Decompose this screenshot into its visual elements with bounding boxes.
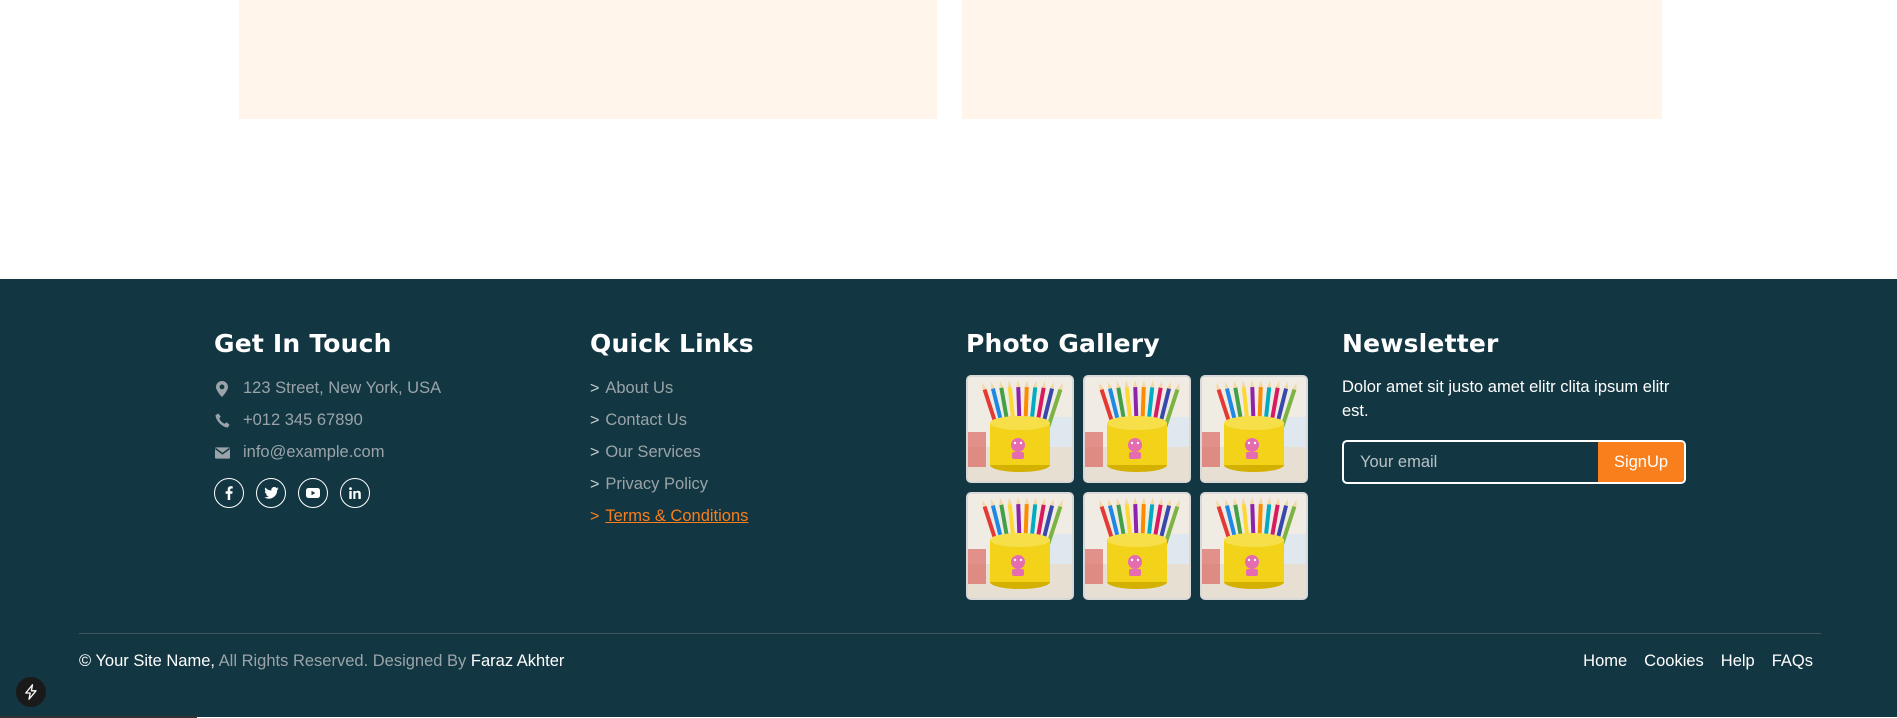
chevron-right-icon: > xyxy=(590,475,600,493)
copyright-text: © Your Site Name, All Rights Reserved. D… xyxy=(79,652,564,671)
footer-bottom-nav: Home Cookies Help FAQs xyxy=(1583,652,1813,671)
contact-heading: Get In Touch xyxy=(214,329,392,358)
quick-link-terms-conditions[interactable]: > Terms & Conditions xyxy=(590,507,748,526)
newsletter-column: Newsletter Dolor amet sit justo amet eli… xyxy=(1342,329,1692,484)
contact-address: 123 Street, New York, USA xyxy=(214,379,441,398)
phone-icon xyxy=(214,413,230,429)
gallery-thumbnail[interactable] xyxy=(966,375,1074,483)
photo-gallery-grid xyxy=(966,375,1308,600)
quick-links-column: Quick Links > About Us > Contact Us > Ou… xyxy=(590,329,920,525)
map-marker-icon xyxy=(214,380,230,397)
envelope-icon xyxy=(214,445,230,461)
contact-phone-text: +012 345 67890 xyxy=(243,411,363,429)
site-name-link[interactable]: © Your Site Name, xyxy=(79,652,215,670)
newsletter-description: Dolor amet sit justo amet elitr clita ip… xyxy=(1342,378,1670,420)
quick-link-about-us[interactable]: > About Us xyxy=(590,379,673,398)
footer-nav-faqs[interactable]: FAQs xyxy=(1772,652,1813,671)
footer-nav-help[interactable]: Help xyxy=(1721,652,1755,671)
quick-link-contact-us[interactable]: > Contact Us xyxy=(590,411,687,430)
gallery-thumbnail[interactable] xyxy=(1200,492,1308,600)
designer-link[interactable]: Faraz Akhter xyxy=(471,652,565,670)
site-footer: Get In Touch 123 Street, New York, USA +… xyxy=(0,279,1897,718)
quick-links-heading: Quick Links xyxy=(590,329,754,358)
footer-nav-home[interactable]: Home xyxy=(1583,652,1627,671)
contact-email-text: info@example.com xyxy=(243,443,385,461)
facebook-icon[interactable] xyxy=(214,478,244,508)
chevron-right-icon: > xyxy=(590,443,600,461)
social-links xyxy=(214,478,370,508)
gallery-thumbnail[interactable] xyxy=(1083,375,1191,483)
newsletter-heading: Newsletter xyxy=(1342,329,1499,358)
linkedin-icon[interactable] xyxy=(340,478,370,508)
page-content-area xyxy=(0,0,1897,279)
contact-column: Get In Touch 123 Street, New York, USA +… xyxy=(214,329,544,508)
photo-gallery-column: Photo Gallery xyxy=(966,329,1326,600)
quick-link-our-services[interactable]: > Our Services xyxy=(590,443,701,462)
gallery-thumbnail[interactable] xyxy=(966,492,1074,600)
contact-phone: +012 345 67890 xyxy=(214,411,363,430)
gallery-thumbnail[interactable] xyxy=(1083,492,1191,600)
footer-divider xyxy=(79,633,1821,634)
footer-nav-cookies[interactable]: Cookies xyxy=(1644,652,1704,671)
youtube-icon[interactable] xyxy=(298,478,328,508)
chevron-right-icon: > xyxy=(590,411,600,429)
chevron-right-icon: > xyxy=(590,507,600,525)
chevron-right-icon: > xyxy=(590,379,600,397)
content-card-left xyxy=(239,0,937,119)
copyright-rights: All Rights Reserved. Designed By xyxy=(218,652,467,670)
contact-email: info@example.com xyxy=(214,443,384,462)
newsletter-form: SignUp xyxy=(1342,440,1686,484)
gallery-thumbnail[interactable] xyxy=(1200,375,1308,483)
newsletter-email-input[interactable] xyxy=(1344,442,1598,482)
lightning-bolt-icon[interactable] xyxy=(16,677,46,707)
contact-address-text: 123 Street, New York, USA xyxy=(243,379,442,397)
twitter-icon[interactable] xyxy=(256,478,286,508)
newsletter-signup-button[interactable]: SignUp xyxy=(1598,442,1684,482)
photo-gallery-heading: Photo Gallery xyxy=(966,329,1160,358)
quick-link-privacy-policy[interactable]: > Privacy Policy xyxy=(590,475,708,494)
content-card-right xyxy=(962,0,1662,119)
